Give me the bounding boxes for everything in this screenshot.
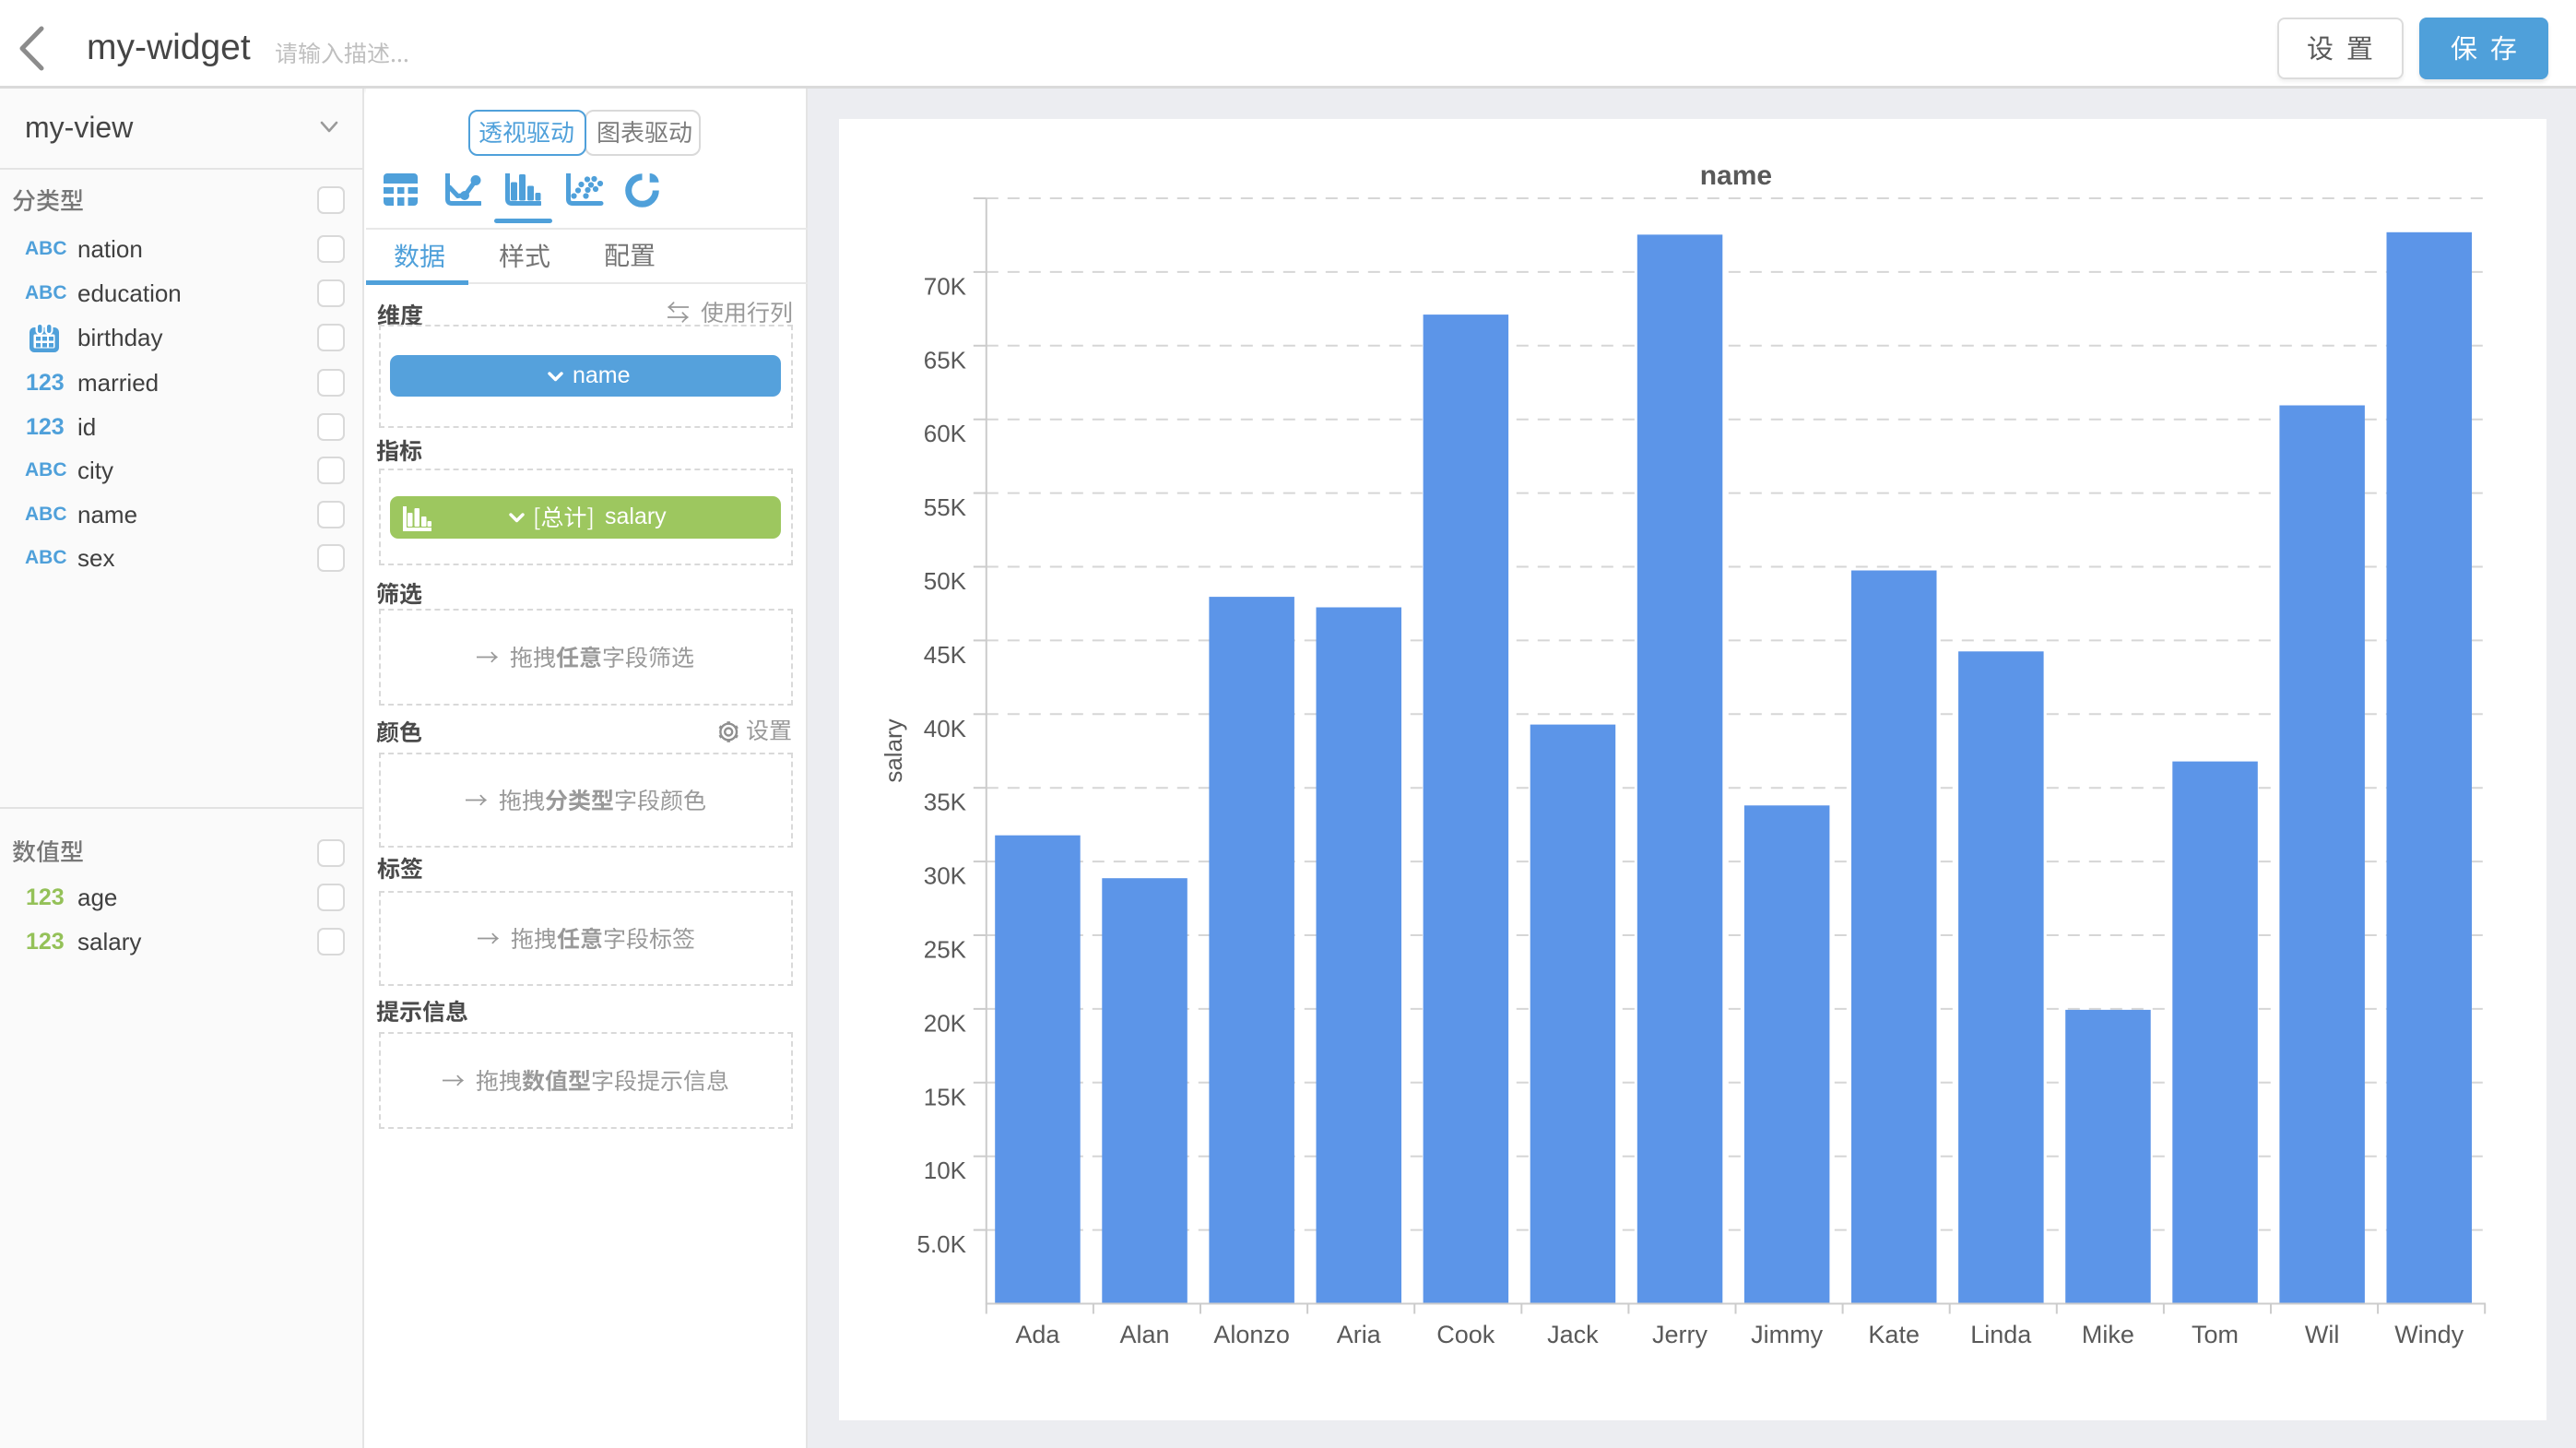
svg-text:Wil: Wil <box>2305 1321 2339 1348</box>
svg-text:5.0K: 5.0K <box>917 1230 967 1258</box>
svg-text:Jerry: Jerry <box>1652 1321 1707 1348</box>
svg-text:40K: 40K <box>924 715 967 742</box>
svg-text:Jack: Jack <box>1547 1321 1599 1348</box>
svg-text:35K: 35K <box>924 789 967 816</box>
svg-text:name: name <box>1700 160 1772 191</box>
svg-text:Jimmy: Jimmy <box>1751 1321 1823 1348</box>
svg-text:salary: salary <box>880 718 907 782</box>
svg-text:50K: 50K <box>924 567 967 595</box>
svg-text:10K: 10K <box>924 1157 967 1184</box>
svg-text:Ada: Ada <box>1015 1321 1060 1348</box>
svg-text:25K: 25K <box>924 936 967 964</box>
svg-text:55K: 55K <box>924 493 967 521</box>
svg-text:Tom: Tom <box>2192 1321 2239 1348</box>
svg-text:45K: 45K <box>924 641 967 669</box>
svg-text:70K: 70K <box>924 272 967 300</box>
svg-text:65K: 65K <box>924 346 967 374</box>
svg-text:Alan: Alan <box>1119 1321 1169 1348</box>
svg-text:20K: 20K <box>924 1009 967 1037</box>
svg-text:Aria: Aria <box>1337 1321 1382 1348</box>
svg-text:Kate: Kate <box>1868 1321 1920 1348</box>
svg-text:Mike: Mike <box>2082 1321 2134 1348</box>
svg-text:30K: 30K <box>924 862 967 890</box>
svg-text:Alonzo: Alonzo <box>1213 1321 1290 1348</box>
svg-text:Windy: Windy <box>2394 1321 2464 1348</box>
svg-text:15K: 15K <box>924 1083 967 1110</box>
svg-text:Cook: Cook <box>1436 1321 1495 1348</box>
svg-text:60K: 60K <box>924 420 967 447</box>
svg-text:Linda: Linda <box>1970 1321 2032 1348</box>
